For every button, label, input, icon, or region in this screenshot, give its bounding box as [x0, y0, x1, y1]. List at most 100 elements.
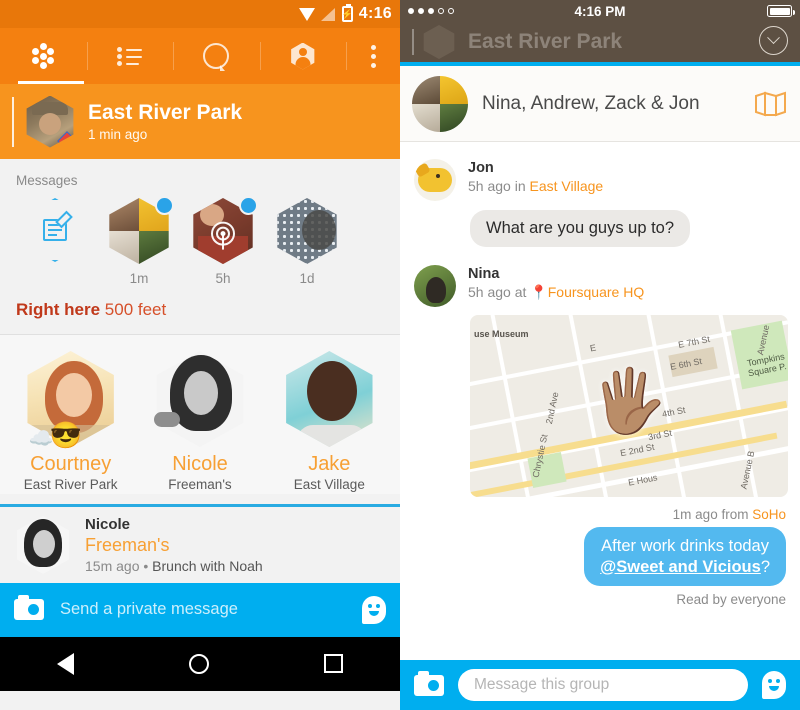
activity-place: Freeman's	[85, 535, 170, 556]
radar-icon	[208, 221, 238, 250]
message-header: Jon 5h ago in East Village	[414, 159, 800, 201]
group-avatar-quad	[106, 196, 174, 264]
friend-place: East River Park	[23, 477, 118, 492]
avatar	[14, 515, 72, 574]
tab-search[interactable]	[173, 28, 260, 84]
group-conversation-header[interactable]: Nina, Andrew, Zack & Jon	[400, 66, 800, 142]
chevron-down-circle-icon[interactable]	[759, 26, 788, 55]
dotted-avatar	[274, 198, 340, 264]
compose-hex	[23, 198, 87, 262]
profile-icon	[291, 42, 315, 70]
back-triangle-icon[interactable]	[57, 652, 75, 675]
overflow-menu-button[interactable]	[346, 28, 400, 84]
compose-message-button[interactable]	[22, 198, 88, 284]
ios-composer[interactable]: Message this group	[400, 660, 800, 710]
message-meta: Jon 5h ago in East Village	[468, 159, 603, 194]
message-location[interactable]: Foursquare HQ	[548, 284, 644, 300]
message-subtitle: 5h ago at 📍Foursquare HQ	[468, 284, 644, 301]
battery-full-icon	[767, 5, 795, 17]
ios-status-bar: 4:16 PM	[400, 0, 800, 22]
venue-subtitle: 1 min ago	[88, 127, 148, 143]
camera-icon[interactable]	[414, 670, 444, 696]
ios-phone-panel: East River Park 4:16 PM Nina, Andrew, Za…	[400, 0, 800, 710]
avatar: ☁️ 😎	[23, 351, 119, 450]
avatar	[414, 265, 456, 307]
friend-name: Nicole	[172, 453, 228, 475]
message-avatars-row: 1m 5h 1d	[0, 188, 400, 286]
map-label: E Hous	[627, 472, 659, 488]
outgoing-location[interactable]: SoHo	[752, 507, 786, 522]
avatar	[281, 351, 377, 447]
android-nav-bar	[0, 636, 400, 691]
backdrop-venue-header: East River Park	[400, 22, 800, 62]
recents-square-icon[interactable]	[323, 654, 343, 674]
tab-swarm-logo[interactable]	[0, 28, 87, 84]
message-bubble-outgoing[interactable]: After work drinks today @Sweet and Vicio…	[584, 527, 786, 587]
sticker-face-icon[interactable]	[762, 671, 786, 699]
outgoing-mention[interactable]: @Sweet and Vicious	[600, 558, 761, 576]
android-tab-bar	[0, 28, 400, 84]
private-message-input[interactable]: Send a private message	[60, 600, 362, 619]
friend-place: East Village	[293, 477, 365, 492]
message-nina: Nina 5h ago at 📍Foursquare HQ use Museum…	[400, 247, 800, 497]
signal-icon	[320, 7, 336, 21]
friend-place: Freeman's	[168, 477, 232, 492]
home-circle-icon[interactable]	[188, 653, 209, 674]
outgoing-time: 1m ago from	[672, 507, 749, 522]
map-label: E	[589, 342, 597, 354]
avatar-time: 1d	[299, 271, 315, 286]
map-label: use Museum	[474, 329, 529, 339]
sticker-face-icon[interactable]	[362, 595, 386, 624]
message-preposition: at	[514, 284, 527, 301]
unread-badge	[239, 196, 258, 215]
right-here-distance: 500 feet	[104, 300, 167, 319]
camera-icon[interactable]	[14, 595, 44, 621]
message-thread-avatar-1[interactable]: 1m	[106, 196, 174, 286]
chat-bubble-badge	[153, 412, 180, 427]
android-composer[interactable]: Send a private message	[0, 582, 400, 637]
folded-map-icon[interactable]	[754, 91, 788, 117]
avatar	[414, 159, 456, 201]
message-author: Nina	[468, 266, 500, 282]
checkin-avatar	[190, 196, 258, 264]
activity-row-nicole[interactable]: Nicole Freeman's 15m ago • Brunch with N…	[0, 506, 400, 583]
friend-card-jake[interactable]: Jake East Village	[270, 351, 388, 494]
outgoing-message-block: 1m ago from SoHo After work drinks today…	[400, 507, 800, 607]
battery-charging-icon: ⚡	[342, 4, 353, 22]
unread-badge	[155, 196, 174, 215]
messages-section-label: Messages	[16, 173, 78, 188]
message-bubble-incoming[interactable]: What are you guys up to?	[470, 210, 691, 247]
activity-text: Nicole Freeman's 15m ago • Brunch with N…	[85, 516, 263, 574]
message-thread[interactable]: Jon 5h ago in East Village What are you …	[400, 143, 800, 660]
dual-phone-screenshot: ⚡ 4:16 East River Park 1 min ago Message…	[0, 0, 800, 710]
map-attachment[interactable]: use Museum E E 7th St E 6th St Tompkins …	[470, 315, 788, 497]
waving-hand-emoji: 🖐🏽	[590, 367, 668, 437]
message-location[interactable]: East Village	[530, 178, 604, 194]
overflow-menu-icon	[370, 44, 376, 68]
tab-profile[interactable]	[259, 28, 347, 84]
activity-detail: Brunch with Noah	[152, 557, 263, 574]
group-message-input[interactable]: Message this group	[458, 669, 748, 701]
message-subtitle: 5h ago in East Village	[468, 178, 603, 194]
friend-card-nicole[interactable]: Nicole Freeman's	[141, 351, 259, 494]
android-body: Messages 1m 5h 1d Right here 500 feet ☁️…	[0, 159, 400, 691]
venue-avatar	[26, 95, 74, 148]
right-here-label: Right here	[16, 300, 101, 319]
activity-author: Nicole	[85, 516, 131, 534]
message-jon: Jon 5h ago in East Village What are you …	[400, 143, 800, 247]
friend-card-courtney[interactable]: ☁️ 😎 Courtney East River Park	[12, 351, 130, 494]
activity-meta: 15m ago • Brunch with Noah	[85, 558, 263, 574]
outgoing-meta: 1m ago from SoHo	[414, 507, 786, 522]
tab-list[interactable]	[86, 28, 174, 84]
location-pin-icon: 📍	[530, 284, 548, 301]
venue-accent-bar	[12, 96, 14, 147]
message-time: 5h ago	[468, 178, 511, 195]
message-thread-avatar-3[interactable]: 1d	[274, 198, 340, 286]
activity-time: 15m ago	[85, 557, 140, 574]
venue-header[interactable]: East River Park 1 min ago	[0, 84, 400, 159]
friend-name: Courtney	[30, 453, 112, 475]
message-thread-avatar-2[interactable]: 5h	[190, 196, 258, 286]
wifi-icon	[298, 7, 315, 21]
compose-note-icon	[43, 219, 67, 241]
read-receipt: Read by everyone	[676, 592, 786, 608]
